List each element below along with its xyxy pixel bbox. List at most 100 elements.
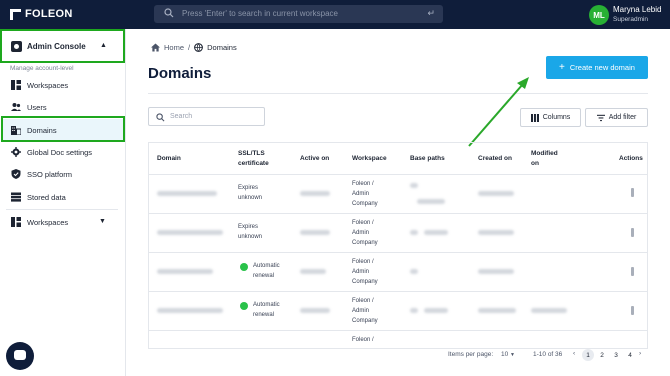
page-2-button[interactable]: 2	[596, 349, 608, 361]
breadcrumb-separator: /	[188, 43, 191, 52]
admin-console-highlight	[0, 29, 125, 63]
column-header[interactable]: Domain	[157, 143, 227, 174]
shield-icon	[11, 169, 21, 179]
page-3-button[interactable]: 3	[610, 349, 622, 361]
top-bar: FOLEON Press 'Enter' to search in curren…	[0, 0, 670, 29]
column-header: Actions	[619, 154, 643, 162]
database-icon	[11, 192, 21, 202]
prev-page-icon[interactable]: ‹	[573, 350, 575, 357]
ssl-cell: Automatic renewal	[253, 263, 280, 279]
ssl-cell: Expires unknown	[238, 224, 263, 240]
table-row[interactable]: Automatic renewal Foleon / Admin Company	[149, 291, 647, 330]
domain-cell-redacted	[157, 308, 223, 313]
filter-icon	[596, 114, 605, 121]
workspace-cell: Foleon / Admin Company	[352, 259, 378, 285]
pagination-range: 1-10 of 36	[533, 351, 563, 358]
column-header[interactable]: Workspace	[352, 143, 397, 174]
sidebar-item-workspaces[interactable]: Workspaces	[3, 74, 123, 96]
foleon-logo[interactable]: FOLEON	[10, 8, 73, 20]
breadcrumb-current: Domains	[207, 43, 237, 52]
page-title: Domains	[148, 65, 212, 82]
page-1-button[interactable]: 1	[582, 349, 594, 361]
sidebar-item-label: SSO platform	[27, 170, 73, 179]
active-on-cell-redacted	[300, 191, 330, 196]
ssl-cell: Automatic renewal	[253, 302, 280, 318]
columns-icon	[530, 113, 539, 122]
home-icon	[151, 43, 160, 52]
title-divider	[148, 93, 648, 94]
columns-button[interactable]: Columns	[520, 108, 581, 127]
sidebar-item-label: Stored data	[27, 193, 66, 202]
domain-cell-redacted	[157, 191, 217, 196]
page-4-button[interactable]: 4	[624, 349, 636, 361]
search-icon	[164, 8, 174, 18]
created-on-redacted	[478, 191, 514, 196]
caret-down-icon: ▼	[99, 218, 106, 225]
user-avatar[interactable]: ML	[589, 5, 609, 25]
column-header[interactable]: SSL/TLS certificate	[238, 143, 288, 174]
user-role: Superadmin	[613, 16, 649, 23]
table-row[interactable]: Foleon /	[149, 330, 647, 348]
globe-icon	[194, 43, 204, 52]
gear-icon	[11, 147, 21, 157]
table-search-placeholder: Search	[170, 113, 193, 120]
sidebar-item-stored-data[interactable]: Stored data	[3, 186, 123, 208]
base-path-redacted	[424, 230, 448, 235]
search-icon	[156, 113, 165, 122]
sidebar-group-label: Workspaces	[27, 218, 69, 227]
grid-icon	[11, 217, 21, 227]
main-content: Home / Domains Domains + Create new doma…	[127, 29, 670, 376]
global-search-placeholder: Press 'Enter' to search in current works…	[182, 9, 339, 18]
workspace-cell: Foleon / Admin Company	[352, 298, 378, 324]
row-actions-icon[interactable]	[631, 188, 634, 197]
row-actions-icon[interactable]	[631, 228, 634, 237]
base-path-redacted	[410, 183, 418, 188]
sidebar-item-label: Global Doc settings	[27, 148, 93, 157]
status-active-icon	[240, 263, 248, 271]
logo-mark-icon	[10, 8, 21, 20]
base-path-redacted	[410, 269, 418, 274]
column-header[interactable]: Active on	[300, 143, 345, 174]
base-path-redacted	[417, 199, 445, 204]
sidebar-item-label: Workspaces	[27, 81, 69, 90]
status-active-icon	[240, 302, 248, 310]
base-path-redacted	[410, 230, 418, 235]
add-filter-label: Add filter	[608, 114, 637, 121]
row-actions-icon[interactable]	[631, 267, 634, 276]
chevron-down-icon: ▼	[510, 352, 515, 358]
sidebar-item-users[interactable]: Users	[3, 96, 123, 118]
global-search-input[interactable]: Press 'Enter' to search in current works…	[154, 5, 443, 23]
table-row[interactable]: Automatic renewal Foleon / Admin Company	[149, 252, 647, 291]
items-per-page-select[interactable]: 10 ▼	[501, 351, 515, 358]
workspace-cell: Foleon /	[352, 337, 374, 343]
items-per-page-value: 10	[501, 351, 509, 358]
domain-cell-redacted	[157, 269, 213, 274]
table-search-input[interactable]: Search	[148, 107, 265, 126]
create-new-domain-label: Create new domain	[569, 63, 635, 72]
modified-on-redacted	[531, 308, 567, 313]
column-header[interactable]: Modified on	[531, 143, 559, 174]
column-header[interactable]: Created on	[478, 143, 528, 174]
active-on-cell-redacted	[300, 308, 330, 313]
next-page-icon[interactable]: ›	[639, 350, 641, 357]
columns-label: Columns	[542, 114, 571, 121]
breadcrumb-home[interactable]: Home	[164, 43, 184, 52]
column-header[interactable]: Base paths	[410, 143, 465, 174]
row-actions-icon[interactable]	[631, 306, 634, 315]
sidebar-item-global-doc-settings[interactable]: Global Doc settings	[3, 141, 123, 163]
table-row[interactable]: Expires unknown Foleon / Admin Company	[149, 213, 647, 252]
table-row[interactable]: Expires unknown Foleon / Admin Company	[149, 174, 647, 213]
plus-icon: +	[559, 62, 565, 73]
ssl-cell: Expires unknown	[238, 185, 263, 201]
sidebar-group-workspaces[interactable]: Workspaces ▼	[3, 211, 123, 233]
workspace-cell: Foleon / Admin Company	[352, 220, 378, 246]
sidebar-item-label: Users	[27, 103, 47, 112]
add-filter-button[interactable]: Add filter	[585, 108, 648, 127]
sidebar-item-sso-platform[interactable]: SSO platform	[3, 163, 123, 185]
items-per-page-label: Items per page:	[448, 351, 494, 358]
workspace-cell: Foleon / Admin Company	[352, 181, 378, 207]
chat-support-button[interactable]	[6, 342, 34, 370]
users-icon	[11, 103, 21, 111]
user-name[interactable]: Maryna Lebid	[613, 5, 661, 14]
created-on-redacted	[478, 269, 514, 274]
